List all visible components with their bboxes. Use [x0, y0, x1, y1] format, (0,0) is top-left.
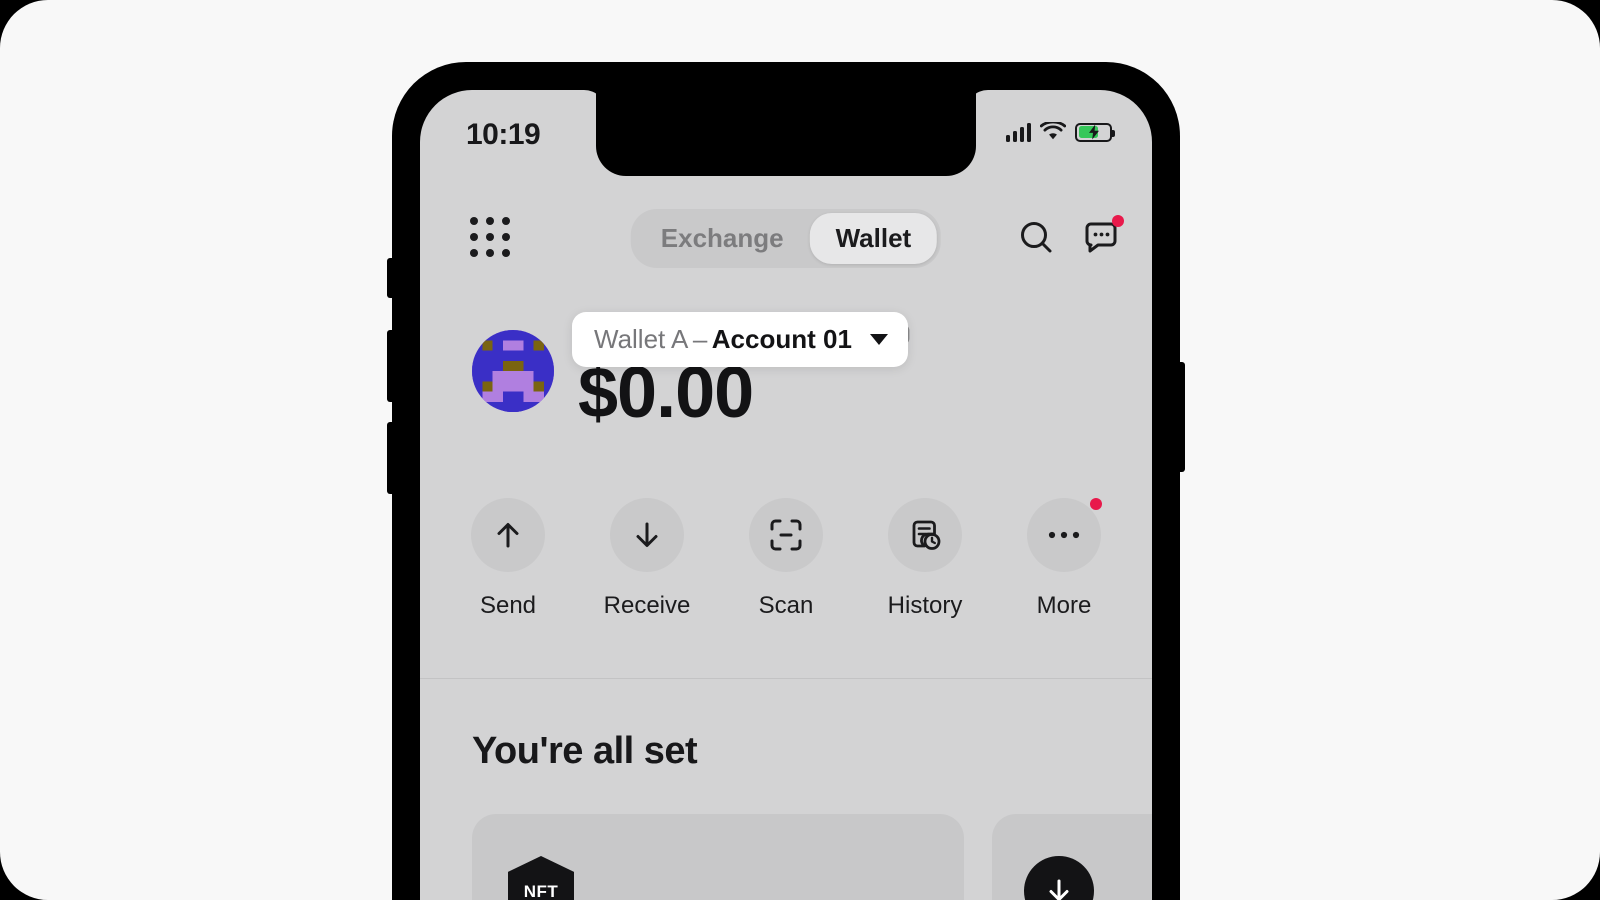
- charging-bolt-icon: [1088, 124, 1099, 140]
- action-label: Send: [479, 592, 537, 619]
- account-name-label: Account 01: [711, 324, 852, 354]
- wallet-account-selector[interactable]: Wallet A – Account 01: [572, 312, 908, 367]
- nft-hexagon-icon: NFT: [508, 856, 574, 900]
- search-icon[interactable]: [1016, 217, 1058, 259]
- more-notification-badge: [1090, 498, 1102, 510]
- scan-frame-icon[interactable]: [749, 498, 823, 572]
- action-scan[interactable]: Scan: [722, 498, 850, 620]
- action-label: More: [1036, 592, 1092, 619]
- all-set-cards: NFT: [472, 814, 1152, 900]
- arrow-down-icon[interactable]: [610, 498, 684, 572]
- action-send[interactable]: Send: [444, 498, 572, 620]
- wifi-icon: [1040, 122, 1066, 140]
- nft-card[interactable]: NFT: [472, 814, 964, 900]
- phone-screen: 10:19 Exchange Wallet Wallet A – Account…: [420, 90, 1152, 900]
- volume-down-button[interactable]: [387, 422, 394, 494]
- page-canvas: 10:19 Exchange Wallet Wallet A – Account…: [0, 0, 1600, 900]
- battery-charging-icon: [1075, 122, 1115, 142]
- arrow-up-icon[interactable]: [471, 498, 545, 572]
- grid-menu-icon[interactable]: [470, 217, 512, 259]
- tab-wallet[interactable]: Wallet: [809, 212, 938, 264]
- nft-badge-label: NFT: [523, 882, 559, 900]
- wallet-separator: –: [692, 324, 708, 354]
- document-clock-icon[interactable]: [888, 498, 962, 572]
- cellular-bars-icon: [1005, 122, 1031, 142]
- tab-exchange[interactable]: Exchange: [635, 213, 810, 264]
- header-actions: [1016, 215, 1124, 259]
- action-label: Scan: [758, 592, 814, 619]
- phone-notch: [596, 90, 976, 176]
- volume-up-button[interactable]: [387, 330, 394, 402]
- quick-actions: Send Receive Scan History More: [444, 498, 1128, 620]
- chevron-down-icon: [869, 334, 888, 345]
- power-button[interactable]: [1178, 362, 1185, 472]
- action-label: Receive: [603, 592, 691, 619]
- status-bar-time: 10:19: [466, 118, 541, 151]
- action-more[interactable]: More: [1000, 498, 1128, 620]
- identicon-avatar[interactable]: [472, 330, 554, 412]
- download-card[interactable]: [992, 814, 1152, 900]
- action-label: History: [887, 592, 963, 619]
- phone-frame: 10:19 Exchange Wallet Wallet A – Account…: [387, 62, 1185, 900]
- wallet-name-label: Wallet A: [594, 324, 689, 354]
- app-header: Exchange Wallet: [420, 202, 1152, 274]
- silent-switch[interactable]: [387, 258, 394, 298]
- balance-section: Wallet A – Account 01 $0.00: [420, 312, 1152, 450]
- chat-notification-badge: [1112, 215, 1124, 227]
- chat-bubble-icon[interactable]: [1080, 215, 1124, 259]
- action-receive[interactable]: Receive: [583, 498, 711, 620]
- section-divider: [420, 678, 1152, 679]
- ellipsis-icon[interactable]: [1027, 498, 1102, 572]
- status-bar-indicators: [1005, 122, 1115, 142]
- all-set-heading: You're all set: [472, 730, 698, 772]
- action-history[interactable]: History: [861, 498, 989, 620]
- wallet-exchange-segmented-control[interactable]: Exchange Wallet: [630, 208, 942, 268]
- download-circle-icon: [1024, 856, 1094, 900]
